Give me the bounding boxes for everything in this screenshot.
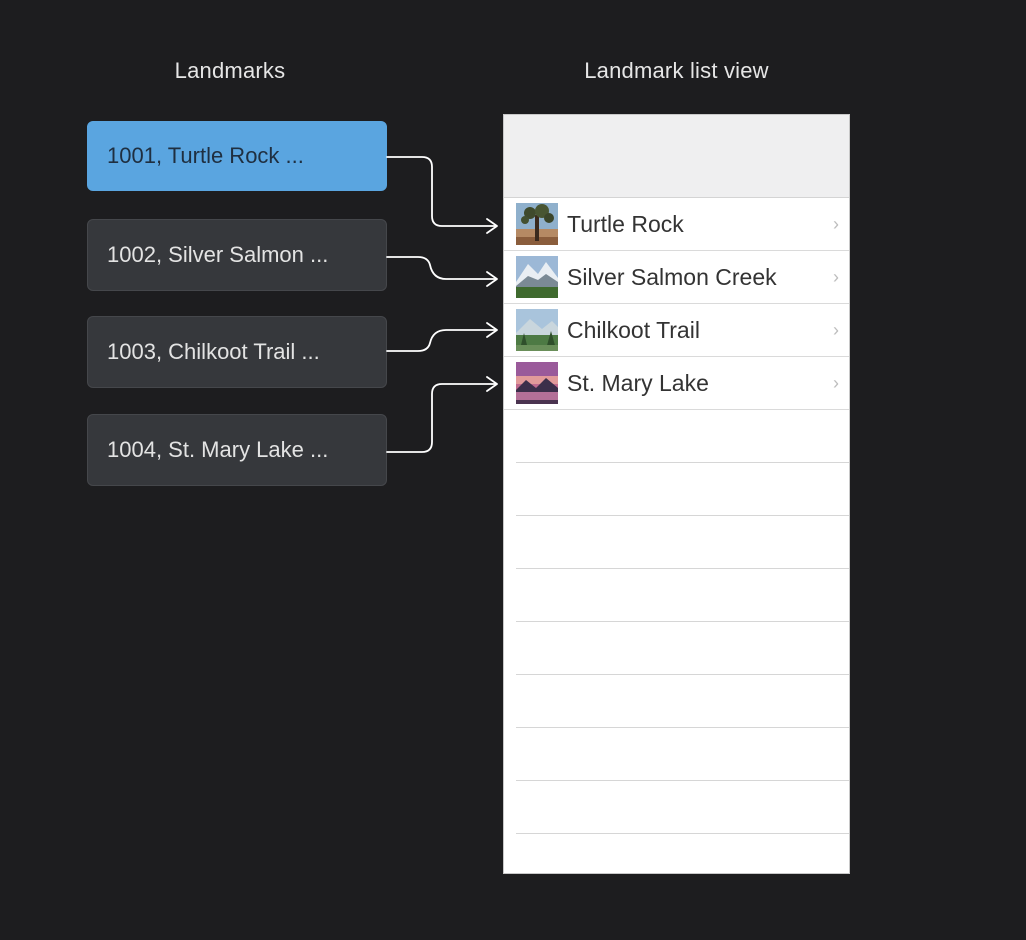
connector-arrow-1002 xyxy=(386,256,497,280)
connector-arrow-1004 xyxy=(386,383,497,453)
connector-arrow-1001 xyxy=(386,156,497,227)
connector-arrows xyxy=(386,156,498,453)
connector-arrow-1003 xyxy=(386,329,497,352)
